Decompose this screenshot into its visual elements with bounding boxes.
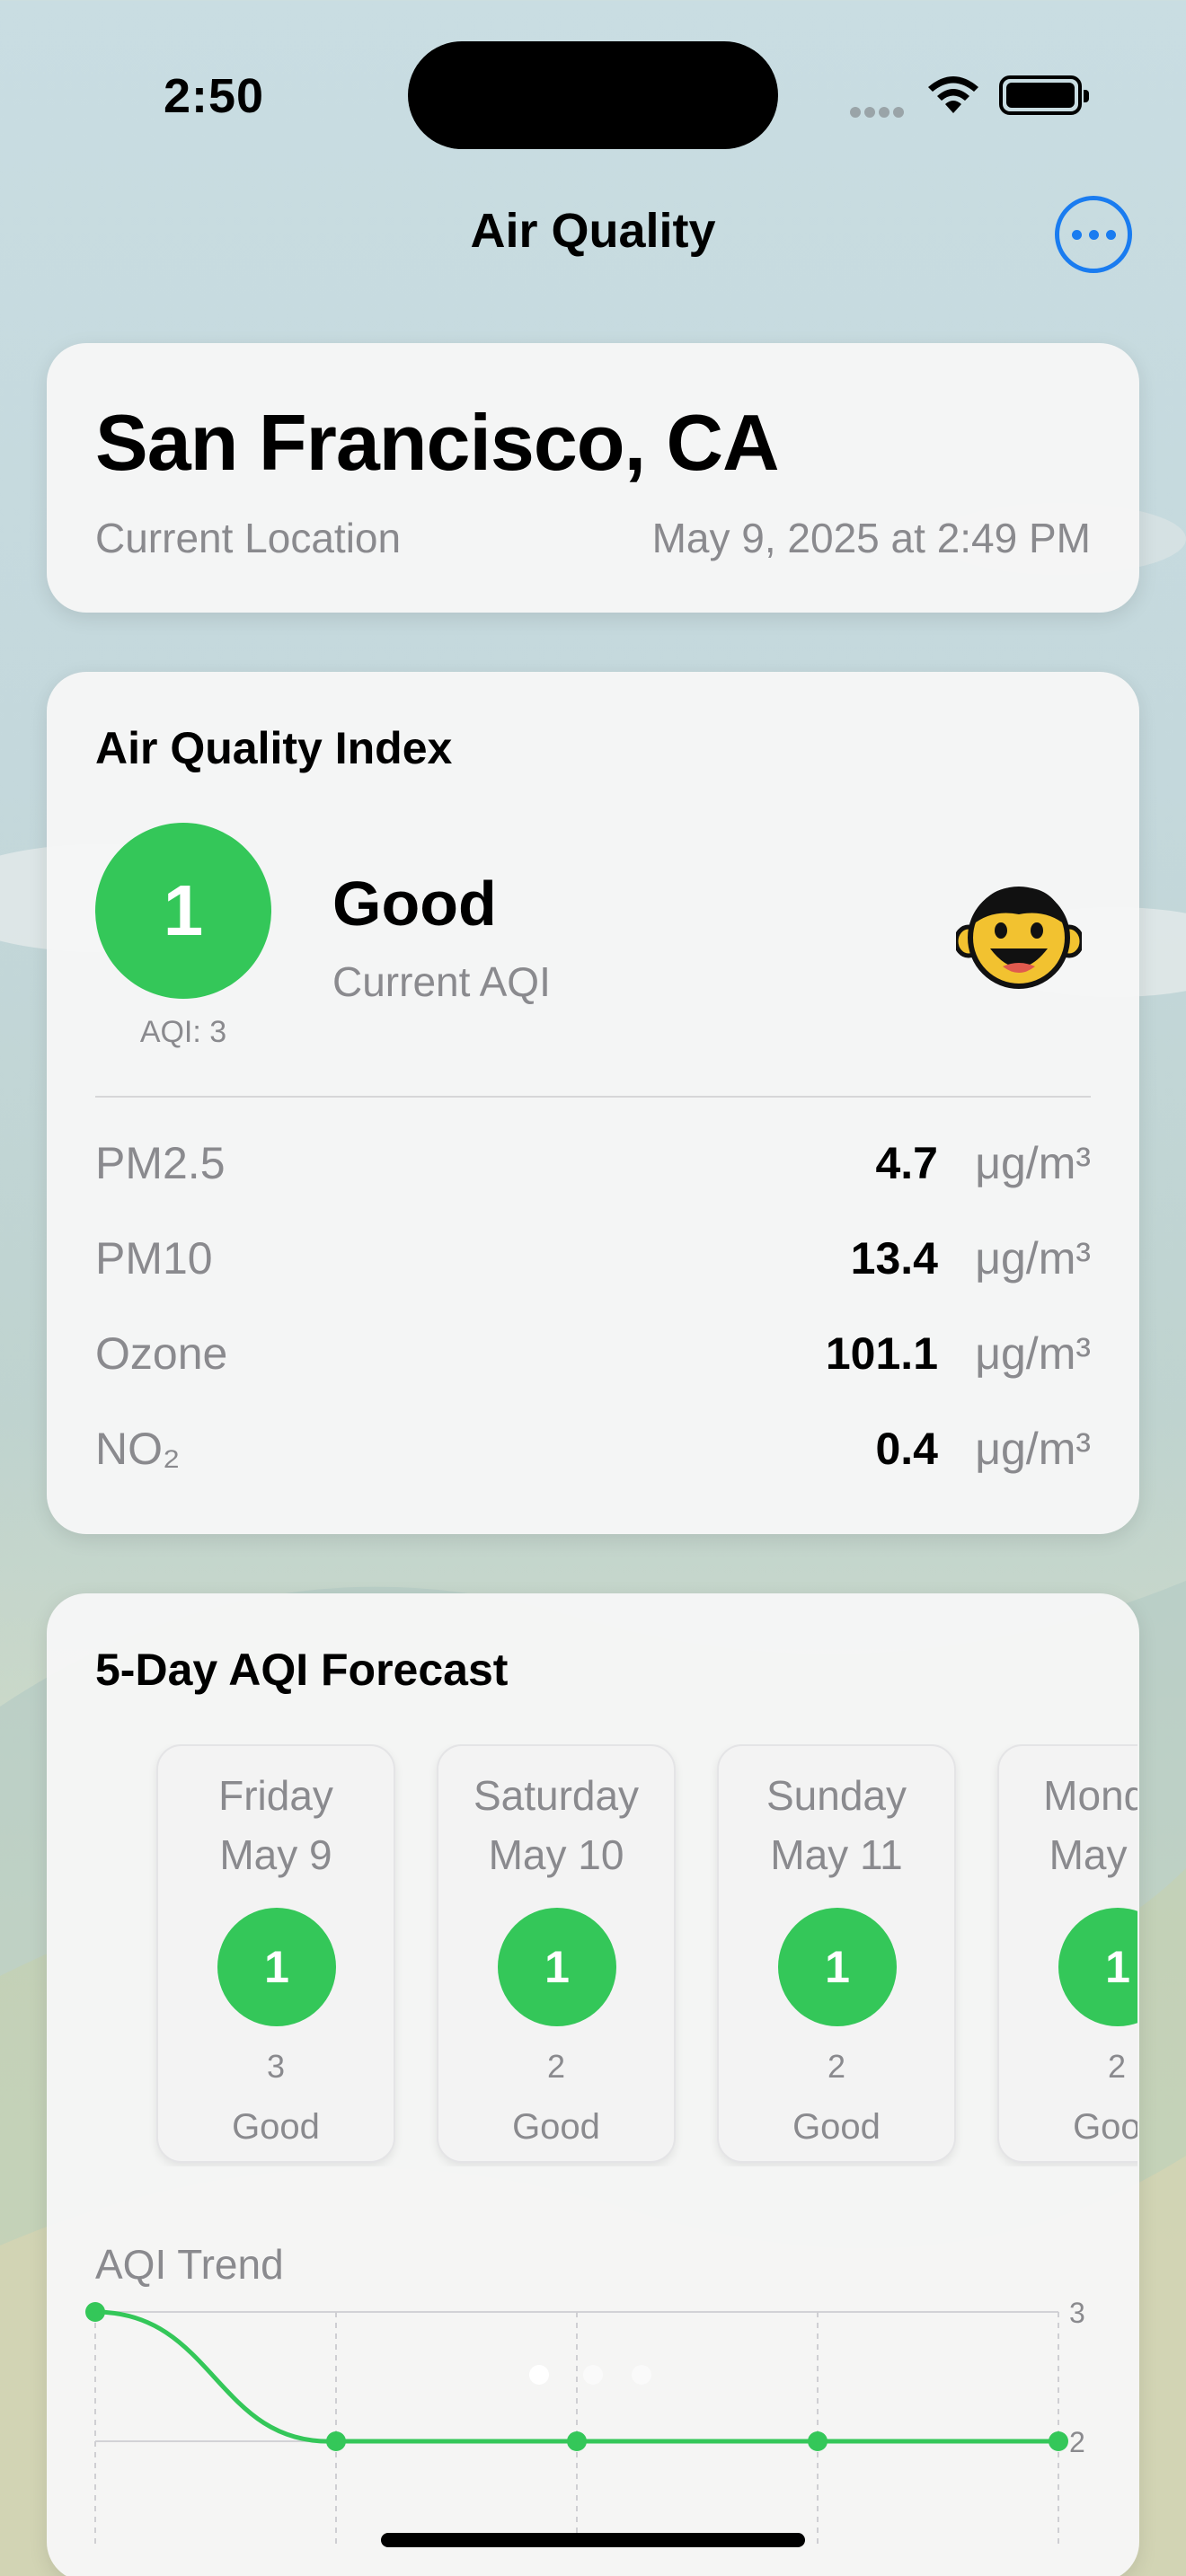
pollutant-value: 13.4 <box>850 1233 938 1284</box>
pollutant-unit: μg/m³ <box>975 1328 1091 1379</box>
trend-data-point <box>85 2302 105 2322</box>
trend-data-point <box>326 2431 346 2451</box>
pollutant-row: PM2.5 4.7 μg/m³ <box>95 1137 1091 1200</box>
forecast-index-badge: 1 <box>217 1908 336 2026</box>
page-title: Air Quality <box>470 204 716 258</box>
aqi-status-subtitle: Current AQI <box>332 958 551 1005</box>
pollutant-row: PM10 13.4 μg/m³ <box>95 1232 1091 1295</box>
dynamic-island <box>408 41 778 149</box>
cellular-signal-icon <box>850 106 907 118</box>
aqi-card-title: Air Quality Index <box>95 723 453 773</box>
forecast-date: May 9 <box>219 1831 332 1878</box>
pollutant-value: 0.4 <box>875 1424 938 1474</box>
page-indicator-dot <box>632 2365 651 2385</box>
trend-y-tick-label: 2 <box>1069 2426 1085 2458</box>
aqi-index-badge: 1 <box>95 823 271 999</box>
forecast-index-badge: 1 <box>1058 1908 1137 2026</box>
forecast-card: 5-Day AQI Forecast Friday May 9 1 3 Good Satu… <box>47 1593 1139 2576</box>
forecast-day-card[interactable]: Monday May 12 1 2 Good <box>997 1744 1137 2163</box>
location-card: San Francisco, CA Current Location May 9… <box>47 343 1139 613</box>
forecast-day-card[interactable]: Sunday May 11 1 2 Good <box>717 1744 956 2163</box>
forecast-date: May 11 <box>770 1831 903 1878</box>
forecast-aqi-value: 2 <box>1107 2048 1127 2085</box>
pollutant-row: Ozone 101.1 μg/m³ <box>95 1328 1091 1390</box>
pollutant-name: PM10 <box>95 1233 213 1284</box>
forecast-aqi-label: Good <box>232 2107 320 2147</box>
forecast-day-carousel[interactable]: Friday May 9 1 3 Good Saturday May 10 1 2 Good Sun… <box>95 1744 1137 2166</box>
divider <box>95 1096 1091 1098</box>
page-indicator-dot <box>583 2365 603 2385</box>
forecast-card-title: 5-Day AQI Forecast <box>95 1645 509 1695</box>
aqi-value-label: AQI: 3 <box>139 1015 227 1049</box>
forecast-day-name: Sunday <box>766 1772 907 1819</box>
forecast-date: May 12 <box>1049 1831 1137 1878</box>
trend-y-tick-label: 3 <box>1069 2297 1085 2329</box>
status-time: 2:50 <box>164 69 265 123</box>
pollutant-unit: μg/m³ <box>975 1138 1091 1188</box>
pollutant-unit: μg/m³ <box>975 1424 1091 1474</box>
trend-data-point <box>808 2431 828 2451</box>
forecast-day-card[interactable]: Friday May 9 1 3 Good <box>156 1744 395 2163</box>
forecast-day-name: Saturday <box>473 1772 640 1819</box>
forecast-aqi-label: Good <box>792 2107 881 2147</box>
forecast-day-name: Friday <box>218 1772 333 1819</box>
forecast-aqi-label: Good <box>1073 2107 1137 2147</box>
trend-data-point <box>567 2431 587 2451</box>
aqi-status: Good <box>332 869 497 939</box>
forecast-day-name: Monday <box>1043 1772 1137 1819</box>
pollutant-name: PM2.5 <box>95 1138 226 1188</box>
forecast-aqi-label: Good <box>512 2107 600 2147</box>
forecast-index-badge: 1 <box>498 1908 616 2026</box>
trend-data-point <box>1049 2431 1068 2451</box>
last-updated-timestamp: May 9, 2025 at 2:49 PM <box>651 515 1091 561</box>
city-name: San Francisco, CA <box>95 398 780 487</box>
ellipsis-circle-icon <box>1071 229 1082 240</box>
pollutant-unit: μg/m³ <box>975 1233 1091 1284</box>
pollutant-value: 101.1 <box>825 1328 938 1379</box>
pollutant-row: NO₂ 0.4 μg/m³ <box>95 1423 1091 1486</box>
forecast-aqi-value: 2 <box>827 2048 846 2085</box>
forecast-aqi-value: 2 <box>546 2048 566 2085</box>
more-options-button[interactable] <box>1055 196 1132 273</box>
forecast-aqi-value: 3 <box>266 2048 286 2085</box>
smiling-face-icon <box>956 887 1082 989</box>
location-subtitle: Current Location <box>95 515 402 561</box>
pollutant-name: NO₂ <box>95 1424 181 1474</box>
page-indicator-dot <box>529 2365 549 2385</box>
wifi-icon <box>928 76 978 113</box>
battery-icon <box>999 75 1089 115</box>
forecast-index-badge: 1 <box>778 1908 897 2026</box>
forecast-date: May 10 <box>488 1831 624 1878</box>
pollutant-value: 4.7 <box>875 1138 938 1188</box>
forecast-day-card[interactable]: Saturday May 10 1 2 Good <box>437 1744 676 2163</box>
home-indicator[interactable] <box>381 2533 805 2547</box>
aqi-trend-chart: 32 <box>85 2297 1085 2545</box>
aqi-card: Air Quality Index 1 AQI: 3 Good Current … <box>47 672 1139 1534</box>
pollutant-name: Ozone <box>95 1328 228 1379</box>
